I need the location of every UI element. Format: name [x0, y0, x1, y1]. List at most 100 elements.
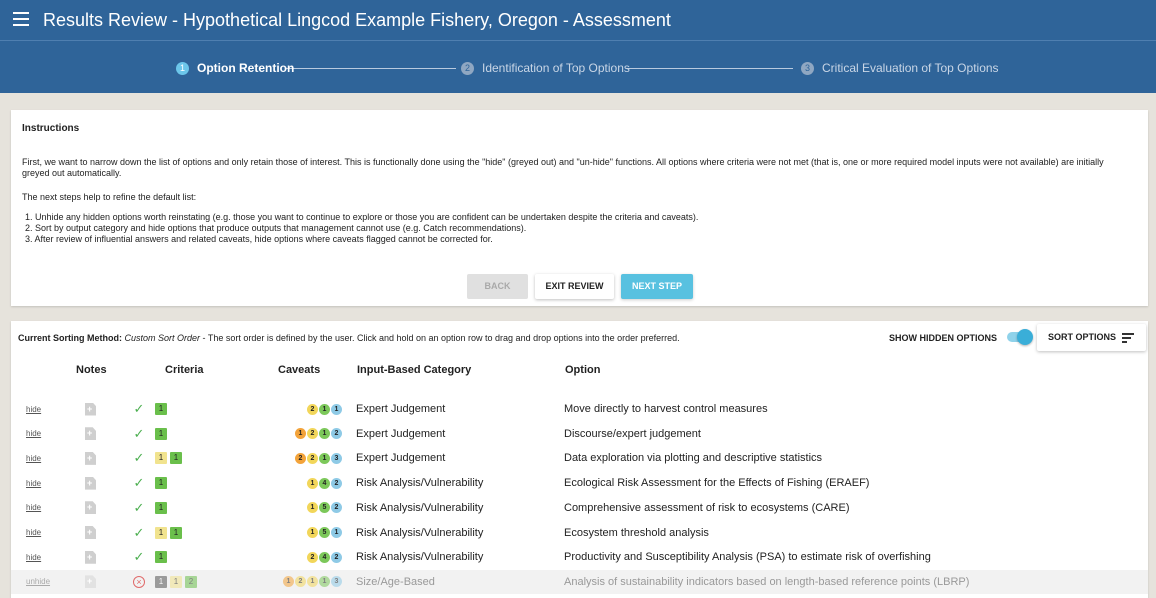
add-note-icon[interactable] — [85, 451, 96, 465]
add-note-icon[interactable] — [85, 550, 96, 564]
checkmark-icon: ✓ — [133, 475, 145, 491]
caveat-badge[interactable]: 5 — [319, 527, 330, 538]
step-critical-evaluation[interactable]: 3 Critical Evaluation of Top Options — [801, 61, 999, 75]
hamburger-menu-icon[interactable] — [13, 12, 29, 26]
criteria-badges: 1 — [155, 545, 167, 569]
caveat-badge[interactable]: 1 — [307, 502, 318, 514]
exit-review-button[interactable]: EXIT REVIEW — [535, 274, 614, 299]
step-number: 2 — [461, 61, 474, 75]
caveat-badge[interactable]: 2 — [295, 452, 306, 464]
category-cell: Expert Judgement — [356, 452, 446, 465]
hide-link[interactable]: hide — [26, 545, 41, 569]
caveat-badge[interactable]: 1 — [319, 428, 330, 440]
criteria-badge[interactable]: 1 — [155, 477, 167, 490]
app-header: Results Review - Hypothetical Lingcod Ex… — [0, 0, 1156, 93]
caveat-badge[interactable]: 2 — [331, 477, 342, 489]
caveat-badge[interactable]: 2 — [295, 576, 306, 588]
add-note-icon[interactable] — [85, 575, 96, 589]
hide-link[interactable]: hide — [26, 496, 41, 520]
caveat-badge[interactable]: 2 — [307, 551, 318, 563]
note-cell — [85, 422, 96, 446]
toggle-knob — [1017, 329, 1033, 345]
caveat-badge[interactable]: 2 — [307, 452, 318, 464]
hide-link[interactable]: hide — [26, 521, 41, 545]
table-row[interactable]: hide✓11151Risk Analysis/VulnerabilityEco… — [11, 521, 1148, 545]
table-row[interactable]: hide ✓ 1 242 Risk Analysis/Vulnerability Prod… — [11, 545, 1148, 569]
add-note-icon[interactable] — [85, 526, 96, 539]
table-row[interactable]: hide✓1142Risk Analysis/VulnerabilityEcol… — [11, 471, 1148, 495]
caveat-badge[interactable]: 3 — [331, 452, 342, 464]
caveat-badge[interactable]: 2 — [307, 428, 318, 440]
column-header-caveats[interactable]: Caveats — [278, 364, 320, 376]
column-header-option[interactable]: Option — [565, 364, 600, 376]
next-step-button[interactable]: NEXT STEP — [621, 274, 693, 299]
criteria-badge[interactable]: 1 — [155, 452, 167, 465]
criteria-badges: 1 — [155, 471, 167, 495]
column-header-notes[interactable]: Notes — [76, 364, 107, 376]
hide-link[interactable]: hide — [26, 471, 41, 495]
sort-method-prefix: Current Sorting Method: — [18, 333, 122, 343]
table-row[interactable]: hide✓112213Expert JudgementData explorat… — [11, 446, 1148, 470]
step-identification-top-options[interactable]: 2 Identification of Top Options — [461, 61, 630, 75]
criteria-badge[interactable]: 1 — [155, 526, 167, 539]
step-label: Identification of Top Options — [482, 61, 630, 75]
step-option-retention[interactable]: 1 Option Retention — [176, 61, 294, 75]
add-note-icon[interactable] — [85, 501, 96, 515]
show-hidden-options-toggle[interactable] — [1005, 329, 1033, 345]
criteria-badge[interactable]: 1 — [155, 501, 167, 514]
caveat-badge[interactable]: 1 — [331, 527, 342, 538]
criteria-badge[interactable]: 1 — [155, 403, 167, 415]
criteria-badge[interactable]: 1 — [170, 452, 182, 465]
caveat-badge[interactable]: 1 — [307, 576, 318, 588]
column-header-criteria[interactable]: Criteria — [165, 364, 204, 376]
table-row[interactable]: hide✓1152Risk Analysis/VulnerabilityComp… — [11, 496, 1148, 520]
caveat-badge[interactable]: 2 — [307, 403, 318, 415]
option-cell: Data exploration via plotting and descri… — [564, 452, 823, 465]
option-cell: Productivity and Susceptibility Analysis… — [564, 551, 931, 564]
criteria-badge[interactable]: 1 — [170, 526, 182, 539]
caveat-badge[interactable]: 3 — [331, 576, 342, 588]
instruction-item: 2. Sort by output category and hide opti… — [25, 223, 527, 233]
caveat-badge[interactable]: 1 — [307, 477, 318, 489]
caveat-badge[interactable]: 1 — [295, 428, 306, 440]
caveat-badges: 152 — [241, 496, 342, 520]
caveat-badge[interactable]: 1 — [331, 403, 342, 415]
hide-link[interactable]: hide — [26, 422, 41, 446]
caveat-badge[interactable]: 1 — [283, 576, 294, 588]
criteria-failed-icon: × — [132, 570, 146, 594]
criteria-badge[interactable]: 1 — [155, 427, 167, 440]
caveat-badge[interactable]: 2 — [331, 551, 342, 563]
sort-options-button[interactable]: SORT OPTIONS — [1037, 324, 1146, 351]
unhide-link[interactable]: unhide — [26, 570, 50, 594]
table-row[interactable]: hide✓11212Expert JudgementDiscourse/expe… — [11, 422, 1148, 446]
caveat-badge[interactable]: 1 — [319, 452, 330, 464]
caveat-badge[interactable]: 5 — [319, 502, 330, 514]
caveat-badge[interactable]: 4 — [319, 551, 330, 563]
table-row[interactable]: hide✓1211Expert JudgementMove directly t… — [11, 397, 1148, 421]
caveat-badge[interactable]: 2 — [331, 502, 342, 514]
caveat-badges: 242 — [241, 545, 342, 569]
add-note-icon[interactable] — [85, 476, 96, 490]
step-connector-2 — [627, 68, 793, 69]
caveat-badge[interactable]: 2 — [331, 428, 342, 440]
add-note-icon[interactable] — [85, 402, 96, 416]
criteria-badges: 1 — [155, 496, 167, 520]
criteria-badge[interactable]: 1 — [170, 575, 182, 588]
caveat-badge[interactable]: 1 — [319, 576, 330, 588]
add-note-icon[interactable] — [85, 427, 96, 441]
caveat-badge[interactable]: 4 — [319, 477, 330, 489]
caveat-badge[interactable]: 1 — [319, 403, 330, 415]
criteria-badge[interactable]: 1 — [155, 575, 167, 588]
caveat-badge[interactable]: 1 — [307, 527, 318, 538]
criteria-badge[interactable]: 2 — [185, 575, 197, 588]
note-cell — [85, 521, 96, 545]
table-row[interactable]: unhide×11212113Size/Age-BasedAnalysis of… — [11, 569, 1148, 594]
note-cell — [85, 545, 96, 569]
column-header-category[interactable]: Input-Based Category — [357, 364, 471, 376]
step-number: 1 — [176, 61, 189, 75]
caveat-badges: 142 — [241, 471, 342, 495]
criteria-badge[interactable]: 1 — [155, 551, 167, 564]
hide-link[interactable]: hide — [26, 397, 41, 421]
back-button[interactable]: BACK — [467, 274, 528, 299]
hide-link[interactable]: hide — [26, 446, 41, 470]
